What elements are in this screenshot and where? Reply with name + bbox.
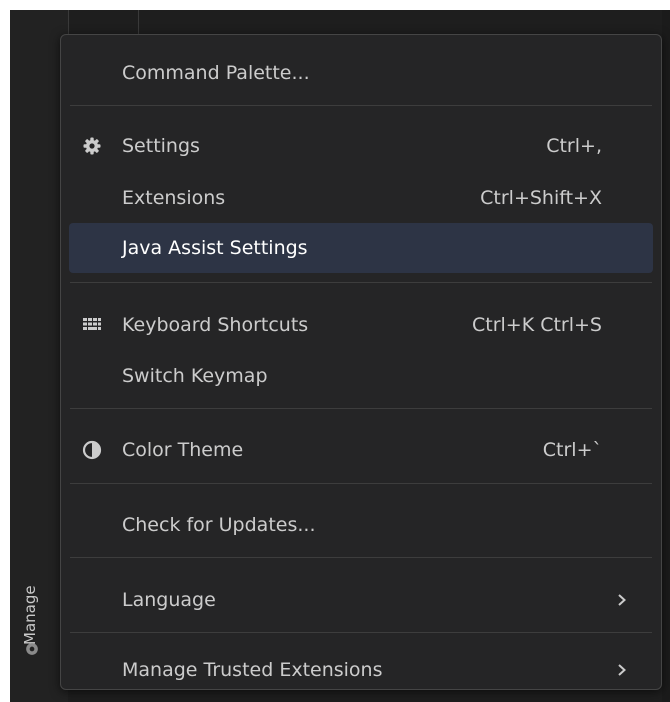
menu-item-label: Switch Keymap	[122, 365, 268, 387]
menu-item-label: Color Theme	[122, 439, 244, 461]
menu-item-label: Keyboard Shortcuts	[122, 314, 309, 336]
menu-separator	[70, 483, 652, 484]
menu-item-label: Language	[122, 589, 216, 611]
manage-gear-icon[interactable]	[23, 640, 41, 658]
menu-item-label: Command Palette...	[122, 62, 310, 84]
chevron-right-icon	[618, 594, 626, 606]
menu-separator	[70, 282, 652, 283]
menu-item-label: Settings	[122, 135, 200, 157]
menu-item-shortcut: Ctrl+Shift+X	[480, 187, 602, 209]
menu-item-label: Extensions	[122, 187, 226, 209]
menu-item-check-for-updates[interactable]: Check for Updates...	[69, 500, 653, 550]
menu-item-switch-keymap[interactable]: Switch Keymap	[69, 351, 653, 401]
menu-item-java-assist-settings[interactable]: Java Assist Settings	[69, 223, 653, 273]
menu-item-settings[interactable]: Settings Ctrl+,	[69, 121, 653, 171]
page-top-margin	[0, 0, 670, 10]
menu-item-shortcut: Ctrl+`	[542, 439, 602, 461]
manage-button[interactable]: Manage	[18, 575, 50, 685]
editor-right-edge	[662, 10, 670, 702]
menu-item-extensions[interactable]: Extensions Ctrl+Shift+X	[69, 173, 653, 223]
menu-item-label: Java Assist Settings	[122, 237, 308, 259]
menu-item-keyboard-shortcuts[interactable]: Keyboard Shortcuts Ctrl+K Ctrl+S	[69, 300, 653, 350]
menu-separator	[70, 105, 652, 106]
menu-item-manage-trusted-extensions[interactable]: Manage Trusted Extensions	[69, 645, 653, 695]
menu-item-shortcut: Ctrl+K Ctrl+S	[471, 314, 602, 336]
menu-item-shortcut: Ctrl+,	[546, 135, 602, 157]
menu-item-label: Check for Updates...	[122, 514, 316, 536]
menu-item-color-theme[interactable]: Color Theme Ctrl+`	[69, 425, 653, 475]
manage-menu: Command Palette... Settings Ctrl+, Exten…	[60, 34, 662, 690]
menu-item-label: Manage Trusted Extensions	[122, 659, 383, 681]
manage-label: Manage	[21, 585, 39, 645]
menu-item-language[interactable]: Language	[69, 575, 653, 625]
color-theme-icon	[82, 440, 102, 460]
menu-separator	[70, 557, 652, 558]
page-left-margin	[0, 0, 10, 702]
gear-icon	[83, 137, 101, 155]
menu-separator	[70, 408, 652, 409]
chevron-right-icon	[618, 664, 626, 676]
menu-separator	[70, 632, 652, 633]
keyboard-icon	[83, 318, 101, 330]
menu-item-command-palette[interactable]: Command Palette...	[69, 48, 653, 98]
